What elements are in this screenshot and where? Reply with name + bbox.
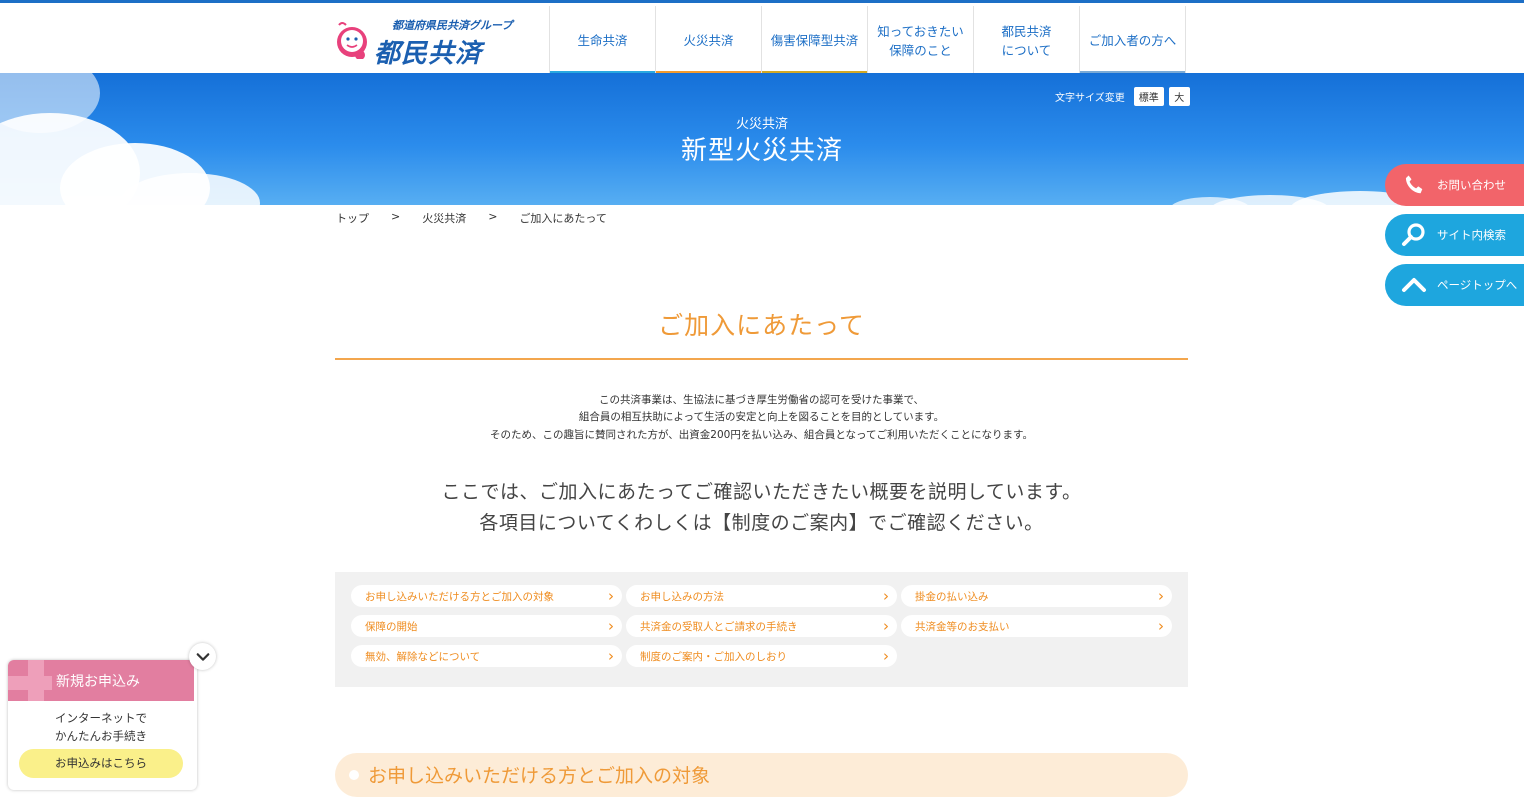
anchor-link-invalidation[interactable]: 無効、解除などについて ›: [351, 645, 622, 667]
section-heading: お申し込みいただける方とご加入の対象: [335, 753, 1188, 797]
bullet-dot-icon: [349, 770, 359, 780]
apply-now-button[interactable]: お申込みはこちら: [19, 749, 183, 778]
mascot-logo-icon: [337, 22, 367, 59]
apply-widget-header: 新規お申込み: [8, 660, 194, 701]
nav-item-members[interactable]: ご加入者の方へ: [1080, 6, 1186, 76]
global-nav: 生命共済 火災共済 傷害保障型共済 知っておきたい 保障のこと 都民共済 につい…: [549, 6, 1186, 76]
chevron-down-icon: [196, 652, 209, 661]
contact-button-label: お問い合わせ: [1437, 178, 1506, 192]
nav-item-coverage-info[interactable]: 知っておきたい 保障のこと: [868, 6, 974, 76]
breadcrumb-separator: >: [488, 210, 498, 223]
intro-line: 組合員の相互扶助によって生活の安定と向上を図ることを目的としています。: [578, 411, 945, 424]
hero-banner: 文字サイズ変更 標準 大 火災共済 新型火災共済: [0, 73, 1524, 205]
nav-item-label: 火災共済: [683, 33, 734, 49]
font-size-switcher: 文字サイズ変更 標準 大: [1055, 87, 1190, 106]
font-size-label: 文字サイズ変更: [1055, 93, 1125, 104]
nav-item-about[interactable]: 都民共済 について: [974, 6, 1080, 76]
apply-widget-toggle[interactable]: [189, 643, 216, 670]
chevron-right-icon: ›: [883, 617, 889, 635]
anchor-link-label: 保障の開始: [365, 620, 418, 633]
apply-widget-title: 新規お申込み: [56, 674, 140, 690]
nav-item-label: 生命共済: [577, 33, 628, 49]
anchor-link-eligibility[interactable]: お申し込みいただける方とご加入の対象 ›: [351, 585, 622, 607]
chevron-right-icon: ›: [608, 647, 614, 665]
plus-icon-bar: [8, 676, 52, 690]
lead-line: ここでは、ご加入にあたってご確認いただきたい概要を説明しています。: [441, 481, 1082, 503]
nav-item-label: 都民共済 について: [1001, 23, 1052, 58]
chevron-right-icon: ›: [883, 647, 889, 665]
anchor-link-guide[interactable]: 制度のご案内・ご加入のしおり ›: [626, 645, 897, 667]
title-divider: [335, 358, 1188, 360]
apply-text-line: かんたんお手続き: [55, 729, 147, 744]
anchor-links-box: お申し込みいただける方とご加入の対象 › お申し込みの方法 › 掛金の払い込み …: [335, 572, 1188, 687]
anchor-link-benefit-payment[interactable]: 共済金等のお支払い ›: [901, 615, 1172, 637]
logo-group-text: 都道府県民共済グループ: [392, 19, 513, 32]
logo-brand-text: 都民共済: [374, 39, 483, 69]
page-title: ご加入にあたって: [658, 311, 865, 340]
hero-title: 新型火災共済: [680, 136, 843, 166]
page-top-button-label: ページトップへ: [1437, 278, 1518, 292]
anchor-link-label: 制度のご案内・ご加入のしおり: [640, 650, 787, 663]
search-icon: [1397, 218, 1431, 252]
apply-widget-text: インターネットで かんたんお手続き: [8, 709, 194, 746]
contact-button[interactable]: お問い合わせ: [1385, 164, 1524, 206]
anchor-link-label: 共済金等のお支払い: [915, 620, 1010, 633]
chevron-right-icon: ›: [608, 587, 614, 605]
anchor-link-label: 掛金の払い込み: [915, 590, 989, 603]
anchor-link-label: 無効、解除などについて: [365, 650, 481, 663]
lead-line: 各項目についてくわしくは【制度のご案内】でご確認ください。: [479, 512, 1044, 535]
intro-line: この共済事業は、生協法に基づき厚生労働省の認可を受けた事業で、: [598, 394, 925, 406]
intro-text: この共済事業は、生協法に基づき厚生労働省の認可を受けた事業で、 組合員の相互扶助…: [335, 392, 1188, 444]
anchor-link-label: お申し込みいただける方とご加入の対象: [365, 590, 554, 603]
anchor-link-coverage-start[interactable]: 保障の開始 ›: [351, 615, 622, 637]
site-search-button-label: サイト内検索: [1437, 228, 1506, 242]
nav-item-fire[interactable]: 火災共済: [656, 6, 762, 76]
page-top-button[interactable]: ページトップへ: [1385, 264, 1524, 306]
breadcrumb-item-current: ご加入にあたって: [519, 212, 607, 225]
font-size-standard-button[interactable]: 標準: [1133, 87, 1164, 106]
new-application-widget: 新規お申込み インターネットで かんたんお手続き お申込みはこちら: [8, 660, 197, 790]
breadcrumb: トップ > 火災共済 > ご加入にあたって: [336, 210, 607, 226]
anchor-link-label: 共済金の受取人とご請求の手続き: [640, 620, 798, 633]
intro-line: そのため、この趣旨に賛同された方が、出資金200円を払い込み、組合員となってご利…: [490, 428, 1033, 441]
anchor-link-label: お申し込みの方法: [640, 590, 724, 603]
site-search-button[interactable]: サイト内検索: [1385, 214, 1524, 256]
anchor-link-payment[interactable]: 掛金の払い込み ›: [901, 585, 1172, 607]
nav-item-life[interactable]: 生命共済: [550, 6, 656, 76]
chevron-right-icon: ›: [883, 587, 889, 605]
phone-icon: [1397, 168, 1431, 202]
nav-item-label: ご加入者の方へ: [1088, 33, 1177, 49]
section-title: お申し込みいただける方とご加入の対象: [368, 765, 711, 787]
anchor-link-application-method[interactable]: お申し込みの方法 ›: [626, 585, 897, 607]
chevron-right-icon: ›: [1158, 617, 1164, 635]
breadcrumb-item-fire[interactable]: 火災共済: [422, 210, 466, 226]
site-header: 都道府県民共済グループ 都民共済 生命共済 火災共済 傷害保障型共済 知っておき…: [0, 3, 1524, 76]
chevron-right-icon: ›: [1158, 587, 1164, 605]
nav-item-injury[interactable]: 傷害保障型共済: [762, 6, 868, 76]
apply-text-line: インターネットで: [55, 711, 147, 725]
chevron-up-icon: [1397, 268, 1431, 302]
chevron-right-icon: ›: [608, 617, 614, 635]
lead-text: ここでは、ご加入にあたってご確認いただきたい概要を説明しています。 各項目につい…: [335, 477, 1188, 540]
nav-item-label: 傷害保障型共済: [770, 33, 859, 49]
breadcrumb-separator: >: [391, 210, 401, 223]
font-size-large-button[interactable]: 大: [1168, 87, 1190, 106]
breadcrumb-item-top[interactable]: トップ: [336, 210, 369, 226]
anchor-link-beneficiary-claims[interactable]: 共済金の受取人とご請求の手続き ›: [626, 615, 897, 637]
nav-item-label: 知っておきたい 保障のこと: [877, 23, 964, 58]
site-logo[interactable]: 都道府県民共済グループ 都民共済: [334, 11, 534, 69]
